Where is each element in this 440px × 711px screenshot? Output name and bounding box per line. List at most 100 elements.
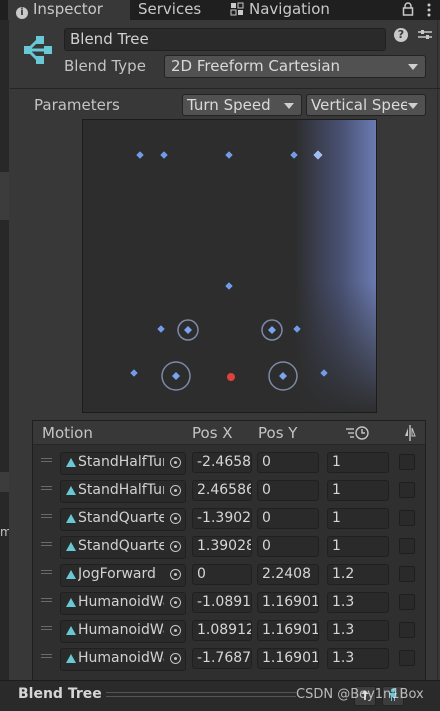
- animation-clip-icon: [66, 570, 76, 579]
- time-scale-field[interactable]: 1.3: [327, 592, 389, 613]
- blend-space-graph[interactable]: [82, 119, 377, 413]
- motion-field[interactable]: StandQuarterTurnLeft: [60, 508, 186, 531]
- pos-y-field[interactable]: 0: [257, 508, 319, 529]
- motion-field[interactable]: StandQuarterTurnRight: [60, 536, 186, 559]
- motion-point: [224, 281, 234, 291]
- time-scale-field[interactable]: 1.3: [327, 620, 389, 641]
- x-parameter-dropdown[interactable]: Turn Speed: [182, 94, 302, 116]
- pos-x-field[interactable]: 1.390282: [192, 536, 252, 557]
- motion-list: Motion Pos X Pos Y StandHalfTurnLeft -2.…: [32, 420, 426, 682]
- drag-handle-icon[interactable]: [41, 514, 52, 518]
- mirror-checkbox[interactable]: [399, 538, 415, 554]
- blend-type-dropdown[interactable]: 2D Freeform Cartesian: [164, 55, 426, 78]
- object-picker-icon[interactable]: [170, 485, 181, 496]
- pos-x-field[interactable]: 2.465866: [192, 480, 252, 501]
- motion-point: [268, 326, 276, 334]
- mirror-checkbox[interactable]: [399, 454, 415, 470]
- motion-field[interactable]: JogForward: [60, 564, 186, 587]
- info-icon: i: [16, 7, 28, 19]
- tab-navigation-label: Navigation: [249, 0, 330, 18]
- pos-y-field[interactable]: 0: [257, 452, 319, 473]
- object-picker-icon[interactable]: [170, 597, 181, 608]
- pos-x-field[interactable]: -1.76870: [192, 648, 252, 669]
- drag-handle-icon[interactable]: [41, 542, 52, 546]
- drag-handle-icon[interactable]: [41, 458, 52, 462]
- motion-field[interactable]: HumanoidWalkLeft: [60, 592, 186, 615]
- time-scale-field[interactable]: 1: [327, 508, 389, 529]
- tab-inspector[interactable]: i Inspector: [8, 0, 130, 20]
- drag-handle-icon[interactable]: [41, 570, 52, 574]
- lock-icon[interactable]: [402, 2, 414, 16]
- object-picker-icon[interactable]: [170, 513, 181, 524]
- time-scale-field[interactable]: 1: [327, 452, 389, 473]
- motion-name: HumanoidWalkLeft: [78, 594, 164, 610]
- animation-clip-icon: [66, 486, 76, 495]
- motion-field[interactable]: HumanoidWalkLeftSharp: [60, 648, 186, 671]
- watermark-text: CSDN @Boy1n1Box: [296, 687, 424, 702]
- object-picker-icon[interactable]: [170, 653, 181, 664]
- object-picker-icon[interactable]: [170, 541, 181, 552]
- pos-y-field[interactable]: 1.16901: [257, 592, 319, 613]
- object-picker-icon[interactable]: [170, 457, 181, 468]
- pos-y-field[interactable]: 1.16901: [257, 620, 319, 641]
- drag-handle-icon[interactable]: [41, 626, 52, 630]
- mirror-checkbox[interactable]: [399, 482, 415, 498]
- object-picker-icon[interactable]: [170, 625, 181, 636]
- animation-clip-icon: [66, 598, 76, 607]
- tab-navigation[interactable]: Navigation: [230, 0, 330, 20]
- pos-y-field[interactable]: 2.2408: [257, 564, 319, 585]
- drag-handle-icon[interactable]: [41, 598, 52, 602]
- pos-x-field[interactable]: -1.39028: [192, 508, 252, 529]
- pos-x-field[interactable]: 0: [192, 564, 252, 585]
- motion-row: StandQuarterTurnRight 1.390282 0 1: [33, 533, 425, 561]
- motion-field[interactable]: StandHalfTurnLeft: [60, 452, 186, 475]
- drag-handle-icon[interactable]: [41, 654, 52, 658]
- preview-title: Blend Tree: [18, 686, 102, 702]
- time-scale-field[interactable]: 1.2: [327, 564, 389, 585]
- motion-row: JogForward 0 2.2408 1.2: [33, 561, 425, 589]
- object-picker-icon[interactable]: [170, 569, 181, 580]
- motion-point: [184, 326, 192, 334]
- pos-y-field[interactable]: 1.16901: [257, 648, 319, 669]
- motion-point: [289, 150, 299, 160]
- y-parameter-dropdown[interactable]: Vertical Speed: [306, 94, 426, 116]
- motion-field[interactable]: HumanoidWalkRight: [60, 620, 186, 643]
- motion-point: [319, 368, 329, 378]
- pos-x-field[interactable]: 1.089124: [192, 620, 252, 641]
- time-scale-field[interactable]: 1: [327, 536, 389, 557]
- animation-clip-icon: [66, 654, 76, 663]
- preset-sliders-icon[interactable]: [418, 30, 432, 40]
- navigation-grid-icon: [230, 2, 244, 16]
- time-scale-field[interactable]: 1.3: [327, 648, 389, 669]
- motion-row: HumanoidWalkRight 1.089124 1.16901 1.3: [33, 617, 425, 645]
- time-scale-field[interactable]: 1: [327, 480, 389, 501]
- adjacent-panel-block: [0, 172, 9, 220]
- pos-y-field[interactable]: 0: [257, 480, 319, 501]
- motion-name: StandQuarterTurnLeft: [78, 510, 164, 526]
- motion-point: [159, 150, 169, 160]
- motion-point: [292, 324, 302, 334]
- help-icon[interactable]: ?: [394, 28, 408, 42]
- animation-clip-icon: [66, 542, 76, 551]
- mirror-checkbox[interactable]: [399, 594, 415, 610]
- tab-services[interactable]: Services: [138, 0, 201, 20]
- mirror-checkbox[interactable]: [399, 650, 415, 666]
- blend-space-points: [129, 149, 329, 391]
- mirror-checkbox[interactable]: [399, 566, 415, 582]
- preview-drag-bar[interactable]: [106, 692, 296, 697]
- pos-x-field[interactable]: -2.46586: [192, 452, 252, 473]
- preview-footer: Blend Tree CSDN @Boy1n1Box: [0, 680, 440, 711]
- pos-y-field[interactable]: 0: [257, 536, 319, 557]
- more-options-icon[interactable]: [426, 3, 432, 17]
- motion-point: [224, 150, 234, 160]
- mirror-checkbox[interactable]: [399, 622, 415, 638]
- motion-point: [129, 368, 139, 378]
- mirror-checkbox[interactable]: [399, 510, 415, 526]
- motion-point: [156, 324, 166, 334]
- blend-tree-name-field[interactable]: Blend Tree: [64, 28, 386, 51]
- pos-x-field[interactable]: -1.08912: [192, 592, 252, 613]
- motion-field[interactable]: StandHalfTurnRight: [60, 480, 186, 503]
- blend-tree-icon: [24, 36, 52, 64]
- motion-point: [172, 372, 180, 380]
- drag-handle-icon[interactable]: [41, 486, 52, 490]
